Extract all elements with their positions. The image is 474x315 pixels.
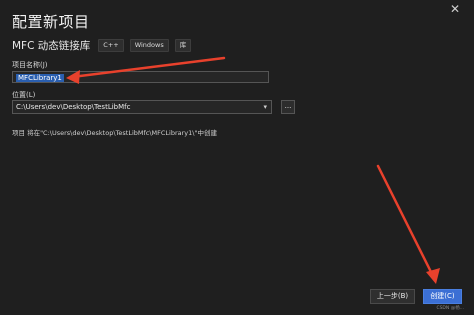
location-select[interactable]: C:\Users\dev\Desktop\TestLibMfc ▾ <box>12 100 272 114</box>
project-name-label: 项目名称(J) <box>12 61 48 69</box>
create-button[interactable]: 创建(C) <box>423 289 462 304</box>
watermark: CSDN @杨... <box>436 306 464 311</box>
browse-button[interactable]: ... <box>281 100 295 114</box>
project-name-input[interactable]: MFCLibrary1 <box>12 71 269 83</box>
tag-type: 库 <box>174 39 192 52</box>
close-icon[interactable]: ✕ <box>448 2 462 16</box>
tag-language: C++ <box>98 39 124 52</box>
arrow-to-create-button <box>376 164 440 284</box>
template-info: MFC 动态链接库 C++ Windows 库 <box>12 38 197 53</box>
location-label: 位置(L) <box>12 91 36 99</box>
chevron-down-icon[interactable]: ▾ <box>263 101 267 113</box>
project-name-value: MFCLibrary1 <box>16 74 64 82</box>
location-value: C:\Users\dev\Desktop\TestLibMfc <box>16 103 131 111</box>
page-title: 配置新项目 <box>12 13 90 31</box>
tag-platform: Windows <box>129 39 169 52</box>
configure-project-window: ✕ 配置新项目 MFC 动态链接库 C++ Windows 库 项目名称(J) … <box>0 0 474 315</box>
previous-button[interactable]: 上一步(B) <box>370 289 415 304</box>
template-name: MFC 动态链接库 <box>12 40 91 52</box>
path-note: 项目 将在"C:\Users\dev\Desktop\TestLibMfc\MF… <box>12 129 217 137</box>
